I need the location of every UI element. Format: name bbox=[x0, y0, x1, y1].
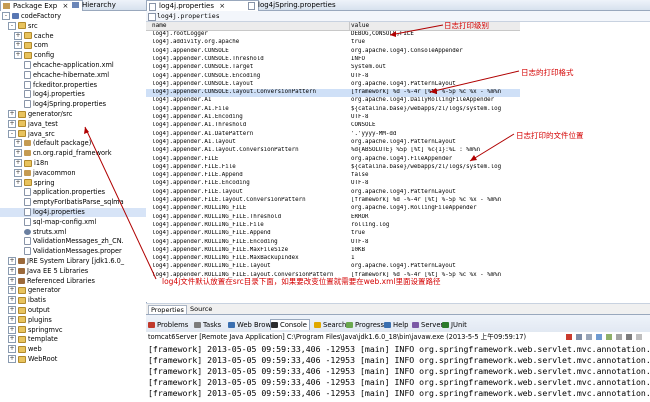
arrow-to-root-logger bbox=[389, 24, 444, 36]
arrowhead bbox=[390, 31, 396, 37]
arrowhead bbox=[470, 155, 477, 161]
arrow-to-conversion-pattern bbox=[429, 70, 520, 93]
arrowhead bbox=[430, 88, 437, 94]
annotation-arrows bbox=[84, 24, 520, 280]
arrow-to-log4j-src bbox=[84, 126, 157, 280]
arrow-to-file-path bbox=[469, 133, 515, 162]
